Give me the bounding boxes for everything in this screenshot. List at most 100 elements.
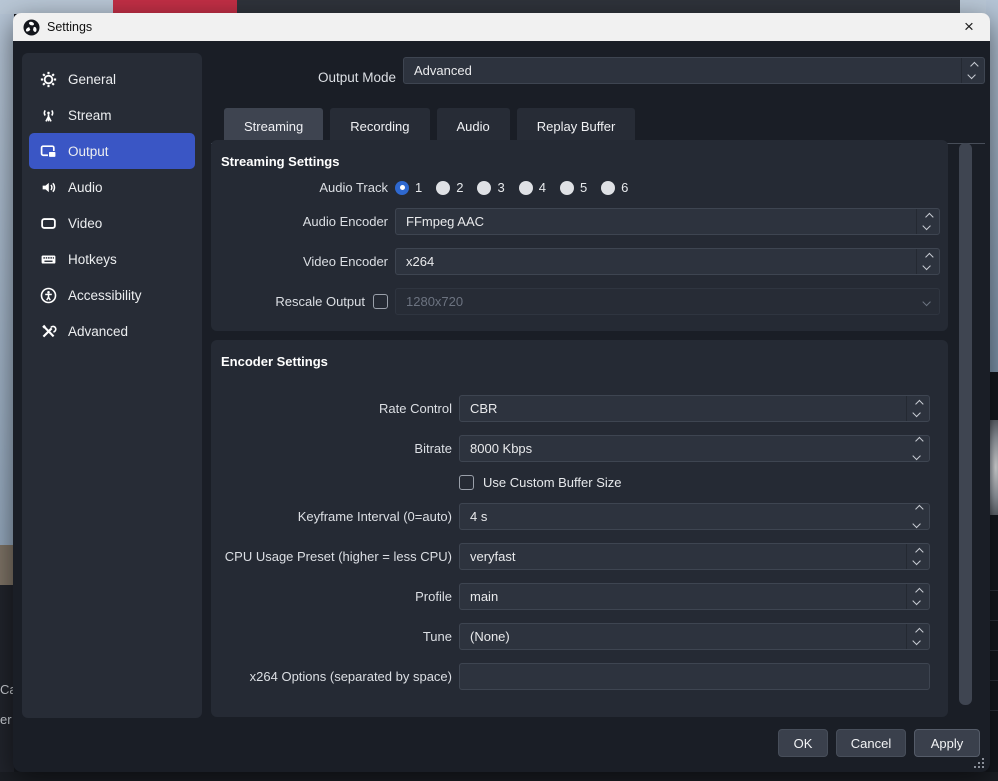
video-encoder-select[interactable]: x264: [395, 248, 940, 275]
sidebar-item-label: Video: [68, 216, 102, 231]
cpu-usage-preset-value: veryfast: [460, 549, 906, 564]
tab-label: Replay Buffer: [537, 119, 616, 134]
combo-chevrons-icon: [906, 624, 929, 649]
section-title: Streaming Settings: [211, 152, 948, 171]
rescale-resolution-select[interactable]: 1280x720: [395, 288, 940, 315]
speaker-icon: [40, 179, 57, 196]
desktop-sky: [0, 0, 14, 560]
rate-control-select[interactable]: CBR: [459, 395, 930, 422]
spinner-arrows-icon[interactable]: [906, 436, 929, 461]
combo-chevrons-icon: [906, 396, 929, 421]
scrollbar-thumb[interactable]: [959, 143, 972, 705]
radio-track-6[interactable]: [601, 181, 615, 195]
cancel-button[interactable]: Cancel: [836, 729, 906, 757]
combo-chevrons-icon: [961, 58, 984, 83]
tab-label: Streaming: [244, 119, 303, 134]
cpu-usage-preset-select[interactable]: veryfast: [459, 543, 930, 570]
bitrate-value: 8000 Kbps: [460, 441, 906, 456]
ok-button[interactable]: OK: [778, 729, 828, 757]
radio-label: 4: [539, 180, 546, 195]
combo-chevron-down-icon: [916, 289, 939, 314]
window-title: Settings: [47, 20, 92, 34]
output-icon: [40, 143, 57, 160]
audio-encoder-value: FFmpeg AAC: [396, 214, 916, 229]
tab-streaming[interactable]: Streaming: [224, 108, 323, 144]
tools-icon: [40, 323, 57, 340]
bitrate-spinner[interactable]: 8000 Kbps: [459, 435, 930, 462]
combo-chevrons-icon: [906, 544, 929, 569]
keyframe-interval-label: Keyframe Interval (0=auto): [211, 509, 452, 524]
output-tabs: Streaming Recording Audio Replay Buffer: [224, 108, 635, 144]
sidebar-item-label: General: [68, 72, 116, 87]
sidebar-item-video[interactable]: Video: [29, 205, 195, 241]
sidebar-item-label: Output: [68, 144, 109, 159]
profile-select[interactable]: main: [459, 583, 930, 610]
tab-replay-buffer[interactable]: Replay Buffer: [517, 108, 636, 144]
video-encoder-value: x264: [396, 254, 916, 269]
combo-chevrons-icon: [906, 584, 929, 609]
sidebar-item-label: Audio: [68, 180, 103, 195]
keyboard-icon: [40, 251, 57, 268]
tune-select[interactable]: (None): [459, 623, 930, 650]
display-icon: [40, 215, 57, 232]
radio-track-2[interactable]: [436, 181, 450, 195]
output-mode-value: Advanced: [404, 63, 961, 78]
tab-label: Recording: [350, 119, 409, 134]
radio-label: 1: [415, 180, 422, 195]
sidebar-item-audio[interactable]: Audio: [29, 169, 195, 205]
radio-track-4[interactable]: [519, 181, 533, 195]
tune-label: Tune: [211, 629, 452, 644]
footer: OK Cancel Apply: [778, 729, 980, 757]
sidebar-item-label: Advanced: [68, 324, 128, 339]
profile-label: Profile: [211, 589, 452, 604]
audio-encoder-label: Audio Encoder: [211, 214, 388, 229]
sidebar-item-label: Accessibility: [68, 288, 142, 303]
sidebar-item-accessibility[interactable]: Accessibility: [29, 277, 195, 313]
radio-track-5[interactable]: [560, 181, 574, 195]
bitrate-label: Bitrate: [211, 441, 452, 456]
video-encoder-label: Video Encoder: [211, 254, 388, 269]
section-title: Encoder Settings: [211, 352, 948, 371]
audio-track-label: Audio Track: [211, 180, 388, 195]
output-mode-select[interactable]: Advanced: [403, 57, 985, 84]
keyframe-interval-spinner[interactable]: 4 s: [459, 503, 930, 530]
background-text-fragment: er: [0, 712, 12, 727]
sidebar-item-stream[interactable]: Stream: [29, 97, 195, 133]
sidebar-item-general[interactable]: General: [29, 61, 195, 97]
radio-label: 6: [621, 180, 628, 195]
titlebar[interactable]: Settings ×: [13, 13, 990, 41]
resize-grip-icon[interactable]: [974, 758, 984, 768]
broadcast-icon: [40, 107, 57, 124]
desktop-photo-fragment: [0, 545, 14, 585]
x264-options-input[interactable]: [459, 663, 930, 690]
audio-track-radios: 1 2 3 4 5 6: [395, 180, 940, 195]
close-button[interactable]: ×: [958, 17, 980, 37]
rescale-output-label: Rescale Output: [275, 294, 365, 309]
sidebar-item-advanced[interactable]: Advanced: [29, 313, 195, 349]
streaming-settings-panel: Streaming Settings Audio Track 1 2 3 4 5…: [211, 140, 948, 331]
combo-chevrons-icon: [916, 249, 939, 274]
combo-chevrons-icon: [916, 209, 939, 234]
use-custom-buffer-size-checkbox[interactable]: [459, 475, 474, 490]
rescale-output-checkbox[interactable]: [373, 294, 388, 309]
spinner-arrows-icon[interactable]: [906, 504, 929, 529]
desktop-bottom-strip: [0, 772, 998, 781]
radio-track-3[interactable]: [477, 181, 491, 195]
sidebar-item-hotkeys[interactable]: Hotkeys: [29, 241, 195, 277]
sidebar-item-output[interactable]: Output: [29, 133, 195, 169]
encoder-settings-panel: Encoder Settings Rate Control CBR Bitrat…: [211, 340, 948, 717]
apply-button[interactable]: Apply: [914, 729, 980, 757]
sidebar-item-label: Hotkeys: [68, 252, 117, 267]
profile-value: main: [460, 589, 906, 604]
rate-control-value: CBR: [460, 401, 906, 416]
tab-recording[interactable]: Recording: [330, 108, 429, 144]
obs-logo-icon: [23, 19, 40, 36]
tab-audio[interactable]: Audio: [437, 108, 510, 144]
radio-label: 2: [456, 180, 463, 195]
tune-value: (None): [460, 629, 906, 644]
use-custom-buffer-size-label: Use Custom Buffer Size: [483, 475, 621, 490]
radio-track-1[interactable]: [395, 181, 409, 195]
rescale-resolution-value: 1280x720: [396, 294, 916, 309]
output-mode-label: Output Mode: [213, 64, 396, 91]
audio-encoder-select[interactable]: FFmpeg AAC: [395, 208, 940, 235]
